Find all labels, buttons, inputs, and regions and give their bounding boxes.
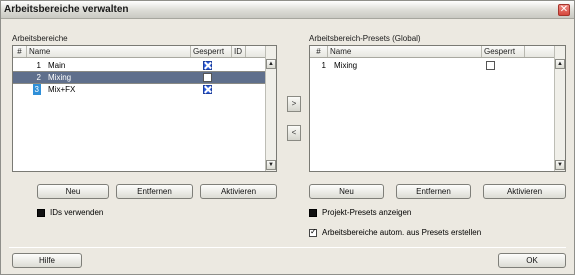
show-project-presets-checkbox[interactable] <box>309 209 317 217</box>
activate-workspace-button[interactable]: Aktivieren <box>200 184 277 199</box>
move-right-button[interactable]: > <box>287 96 301 112</box>
auto-create-label: Arbeitsbereiche autom. aus Presets erste… <box>322 228 482 237</box>
scroll-up-icon[interactable]: ▲ <box>266 59 276 69</box>
workspaces-scrollbar[interactable]: ▲ ▼ <box>265 46 276 171</box>
row-name: Mix+FX <box>48 85 76 94</box>
row-name: Mixing <box>48 73 72 82</box>
table-row[interactable]: 1 Main <box>13 60 266 71</box>
use-ids-option[interactable]: IDs verwenden <box>37 208 157 219</box>
move-left-button[interactable]: < <box>287 125 301 141</box>
locked-checkbox[interactable] <box>203 61 212 70</box>
table-row-selected[interactable]: 2 Mixing <box>13 72 266 83</box>
presets-table: # Name Gesperrt 1 Mixing ▲ ▼ <box>309 45 566 172</box>
table-row[interactable]: 3 Mix+FX <box>13 84 266 95</box>
use-ids-label: IDs verwenden <box>50 208 104 217</box>
scroll-down-icon[interactable]: ▼ <box>555 160 565 170</box>
use-ids-checkbox[interactable] <box>37 209 45 217</box>
column-name[interactable]: Name <box>328 46 482 57</box>
auto-create-option[interactable]: Arbeitsbereiche autom. aus Presets erste… <box>309 227 549 239</box>
row-number: 2 <box>36 73 41 82</box>
footer-divider <box>9 247 566 248</box>
ok-button[interactable]: OK <box>498 253 566 268</box>
manage-workspaces-dialog: Arbeitsbereiche verwalten ✕ Arbeitsberei… <box>0 0 575 275</box>
title-bar[interactable]: Arbeitsbereiche verwalten ✕ <box>1 1 574 19</box>
presets-table-header: # Name Gesperrt <box>310 46 555 58</box>
locked-checkbox[interactable] <box>203 73 212 82</box>
column-id[interactable]: ID <box>232 46 246 57</box>
activate-preset-button[interactable]: Aktivieren <box>483 184 566 199</box>
show-project-presets-option[interactable]: Projekt-Presets anzeigen <box>309 208 509 219</box>
workspaces-table: # Name Gesperrt ID 1 Main 2 Mixing 3 Mix… <box>12 45 277 172</box>
remove-preset-button[interactable]: Entfernen <box>396 184 471 199</box>
locked-checkbox[interactable] <box>486 61 495 70</box>
row-number: 1 <box>321 61 326 70</box>
remove-workspace-button[interactable]: Entfernen <box>116 184 193 199</box>
scroll-up-icon[interactable]: ▲ <box>555 59 565 69</box>
row-name: Main <box>48 61 66 70</box>
window-title: Arbeitsbereiche verwalten <box>4 4 129 15</box>
column-locked[interactable]: Gesperrt <box>191 46 232 57</box>
presets-scrollbar[interactable]: ▲ ▼ <box>554 46 565 171</box>
help-button[interactable]: Hilfe <box>12 253 82 268</box>
locked-checkbox[interactable] <box>203 85 212 94</box>
row-number: 3 <box>32 84 41 95</box>
row-number: 1 <box>36 61 41 70</box>
auto-create-checkbox[interactable] <box>309 227 317 237</box>
workspaces-label: Arbeitsbereiche <box>12 34 68 43</box>
workspaces-table-header: # Name Gesperrt ID <box>13 46 266 58</box>
presets-label: Arbeitsbereich-Presets (Global) <box>309 34 421 43</box>
new-workspace-button[interactable]: Neu <box>37 184 109 199</box>
new-preset-button[interactable]: Neu <box>309 184 384 199</box>
close-icon[interactable]: ✕ <box>558 4 570 16</box>
column-name[interactable]: Name <box>27 46 191 57</box>
show-project-presets-label: Projekt-Presets anzeigen <box>322 208 412 217</box>
table-row[interactable]: 1 Mixing <box>310 60 555 71</box>
column-number[interactable]: # <box>310 46 328 57</box>
scroll-down-icon[interactable]: ▼ <box>266 160 276 170</box>
column-number[interactable]: # <box>13 46 27 57</box>
row-name: Mixing <box>334 61 358 70</box>
column-locked[interactable]: Gesperrt <box>482 46 525 57</box>
